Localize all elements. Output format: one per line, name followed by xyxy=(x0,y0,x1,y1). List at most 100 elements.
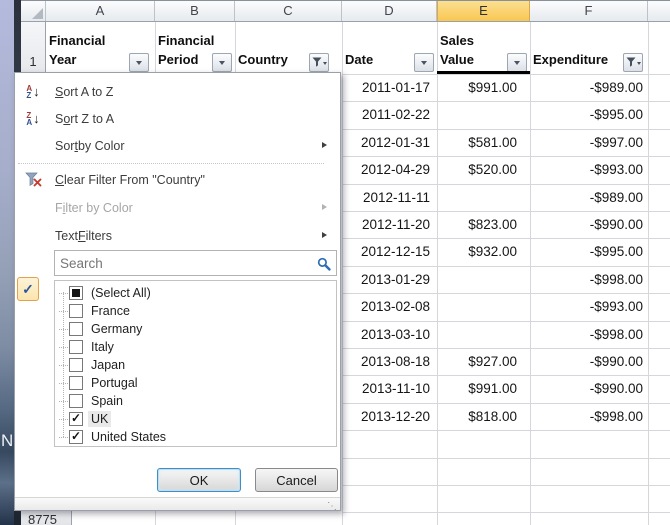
grid-line xyxy=(342,458,670,459)
dropdown-arrow-icon xyxy=(323,62,327,67)
cell-date[interactable]: 2012-11-11 xyxy=(342,184,430,211)
search-input[interactable] xyxy=(55,251,317,275)
cell-date[interactable]: 2011-02-22 xyxy=(342,101,430,128)
checkbox-icon[interactable] xyxy=(69,358,83,372)
cell-date[interactable]: 2013-03-10 xyxy=(342,321,430,348)
column-header-d[interactable]: D xyxy=(342,1,437,21)
cell-sales[interactable]: $520.00 xyxy=(437,156,517,183)
checkbox-icon[interactable] xyxy=(69,322,83,336)
row-header-8775[interactable]: 8775 xyxy=(21,511,72,525)
funnel-icon xyxy=(626,57,636,68)
cell-expenditure[interactable]: -$998.00 xyxy=(530,403,643,430)
cell-date[interactable]: 2011-01-17 xyxy=(342,74,430,101)
column-header-g[interactable] xyxy=(648,1,670,21)
cell-date[interactable]: 2013-12-20 xyxy=(342,403,430,430)
cell-sales[interactable] xyxy=(437,321,517,348)
cell-expenditure[interactable]: -$993.00 xyxy=(530,156,643,183)
cell-sales[interactable] xyxy=(437,101,517,128)
filter-list-item[interactable]: Germany xyxy=(55,320,336,338)
filter-list-item[interactable]: Japan xyxy=(55,356,336,374)
menu-item-clear-filter[interactable]: Clear Filter From "Country" xyxy=(16,166,339,193)
filter-button-financial-year[interactable] xyxy=(129,53,149,72)
cell-sales[interactable]: $581.00 xyxy=(437,129,517,156)
checkbox-icon[interactable] xyxy=(69,340,83,354)
column-header-b[interactable]: B xyxy=(155,1,235,21)
cell-date[interactable]: 2013-08-18 xyxy=(342,348,430,375)
cell-sales[interactable]: $927.00 xyxy=(437,348,517,375)
header-cell-sales-value[interactable]: Sales Value xyxy=(437,21,503,74)
filter-list-item[interactable]: United States xyxy=(55,428,336,446)
checkbox-icon[interactable] xyxy=(69,304,83,318)
checkbox-icon[interactable] xyxy=(69,412,83,426)
checkbox-icon[interactable] xyxy=(69,286,83,300)
header-cell-date[interactable]: Date xyxy=(342,21,414,74)
filter-button-date[interactable] xyxy=(414,53,434,72)
menu-item-sort-a-to-z[interactable]: AZ↓ Sort A to Z xyxy=(16,78,339,105)
sheet-top-border xyxy=(21,0,670,1)
resize-grip-icon[interactable] xyxy=(327,501,337,512)
cell-sales[interactable]: $818.00 xyxy=(437,403,517,430)
filter-list-item[interactable]: UK xyxy=(55,410,336,428)
filter-button-country-filtered[interactable] xyxy=(309,53,329,72)
active-cell-border xyxy=(437,71,530,74)
checkbox-icon[interactable] xyxy=(69,376,83,390)
cell-expenditure[interactable]: -$990.00 xyxy=(530,348,643,375)
menu-item-sort-z-to-a[interactable]: ZA↓ Sort Z to A xyxy=(16,105,339,132)
checkbox-icon[interactable] xyxy=(69,394,83,408)
filter-list-item[interactable]: Portugal xyxy=(55,374,336,392)
filter-button-sales-value[interactable] xyxy=(507,53,527,72)
checkbox-icon[interactable] xyxy=(69,430,83,444)
cell-expenditure[interactable]: -$989.00 xyxy=(530,184,643,211)
cell-expenditure[interactable]: -$990.00 xyxy=(530,211,643,238)
header-cell-expenditure[interactable]: Expenditure xyxy=(530,21,622,74)
filter-button-expenditure-filtered[interactable] xyxy=(623,53,643,72)
column-header-c[interactable]: C xyxy=(235,1,342,21)
cell-expenditure[interactable]: -$995.00 xyxy=(530,101,643,128)
cell-expenditure[interactable]: -$998.00 xyxy=(530,266,643,293)
cell-date[interactable]: 2013-11-10 xyxy=(342,375,430,402)
column-header-f[interactable]: F xyxy=(530,1,648,21)
filter-list-item[interactable]: Spain xyxy=(55,392,336,410)
filter-button-financial-period[interactable] xyxy=(212,53,232,72)
cell-sales[interactable]: $991.00 xyxy=(437,375,517,402)
grid-line xyxy=(342,485,670,486)
cell-date[interactable]: 2012-11-20 xyxy=(342,211,430,238)
filter-list-item[interactable]: France xyxy=(55,302,336,320)
cell-sales[interactable]: $932.00 xyxy=(437,238,517,265)
cell-sales[interactable]: $991.00 xyxy=(437,74,517,101)
dropdown-arrow-icon xyxy=(219,61,225,68)
cell-expenditure[interactable]: -$989.00 xyxy=(530,74,643,101)
header-cell-financial-period[interactable]: Financial Period xyxy=(155,21,213,74)
ok-button[interactable]: OK xyxy=(157,468,241,492)
cell-expenditure[interactable]: -$990.00 xyxy=(530,375,643,402)
cell-sales[interactable] xyxy=(437,293,517,320)
cell-date[interactable]: 2012-04-29 xyxy=(342,156,430,183)
cell-sales[interactable] xyxy=(437,184,517,211)
filter-list-item[interactable]: Italy xyxy=(55,338,336,356)
tree-stub xyxy=(59,311,68,312)
cell-date[interactable]: 2013-02-08 xyxy=(342,293,430,320)
header-cell-country[interactable]: Country xyxy=(235,21,308,74)
header-cell-financial-year[interactable]: Financial Year xyxy=(46,21,128,74)
checked-items-icon: ✓ xyxy=(17,277,39,301)
cell-expenditure[interactable]: -$995.00 xyxy=(530,238,643,265)
column-header-a[interactable]: A xyxy=(46,1,155,21)
cell-expenditure[interactable]: -$993.00 xyxy=(530,293,643,320)
cell-date[interactable]: 2012-12-15 xyxy=(342,238,430,265)
menu-item-text-filters[interactable]: Text Filters xyxy=(16,222,339,249)
menu-item-filter-by-color: Filter by Color xyxy=(16,194,339,221)
select-all-corner[interactable] xyxy=(21,1,46,21)
cell-date[interactable]: 2012-01-31 xyxy=(342,129,430,156)
cancel-button[interactable]: Cancel xyxy=(255,468,338,492)
submenu-arrow-icon xyxy=(322,204,330,210)
filter-list-item[interactable]: (Select All) xyxy=(55,284,336,302)
row-header-1[interactable]: 1 xyxy=(21,22,46,74)
cell-date[interactable]: 2013-01-29 xyxy=(342,266,430,293)
column-header-e-selected[interactable]: E xyxy=(437,1,530,21)
cell-sales[interactable] xyxy=(437,266,517,293)
cell-expenditure[interactable]: -$998.00 xyxy=(530,321,643,348)
cell-expenditure[interactable]: -$997.00 xyxy=(530,129,643,156)
menu-item-sort-by-color[interactable]: Sort by Color xyxy=(16,132,339,159)
clear-filter-icon xyxy=(20,166,46,193)
cell-sales[interactable]: $823.00 xyxy=(437,211,517,238)
